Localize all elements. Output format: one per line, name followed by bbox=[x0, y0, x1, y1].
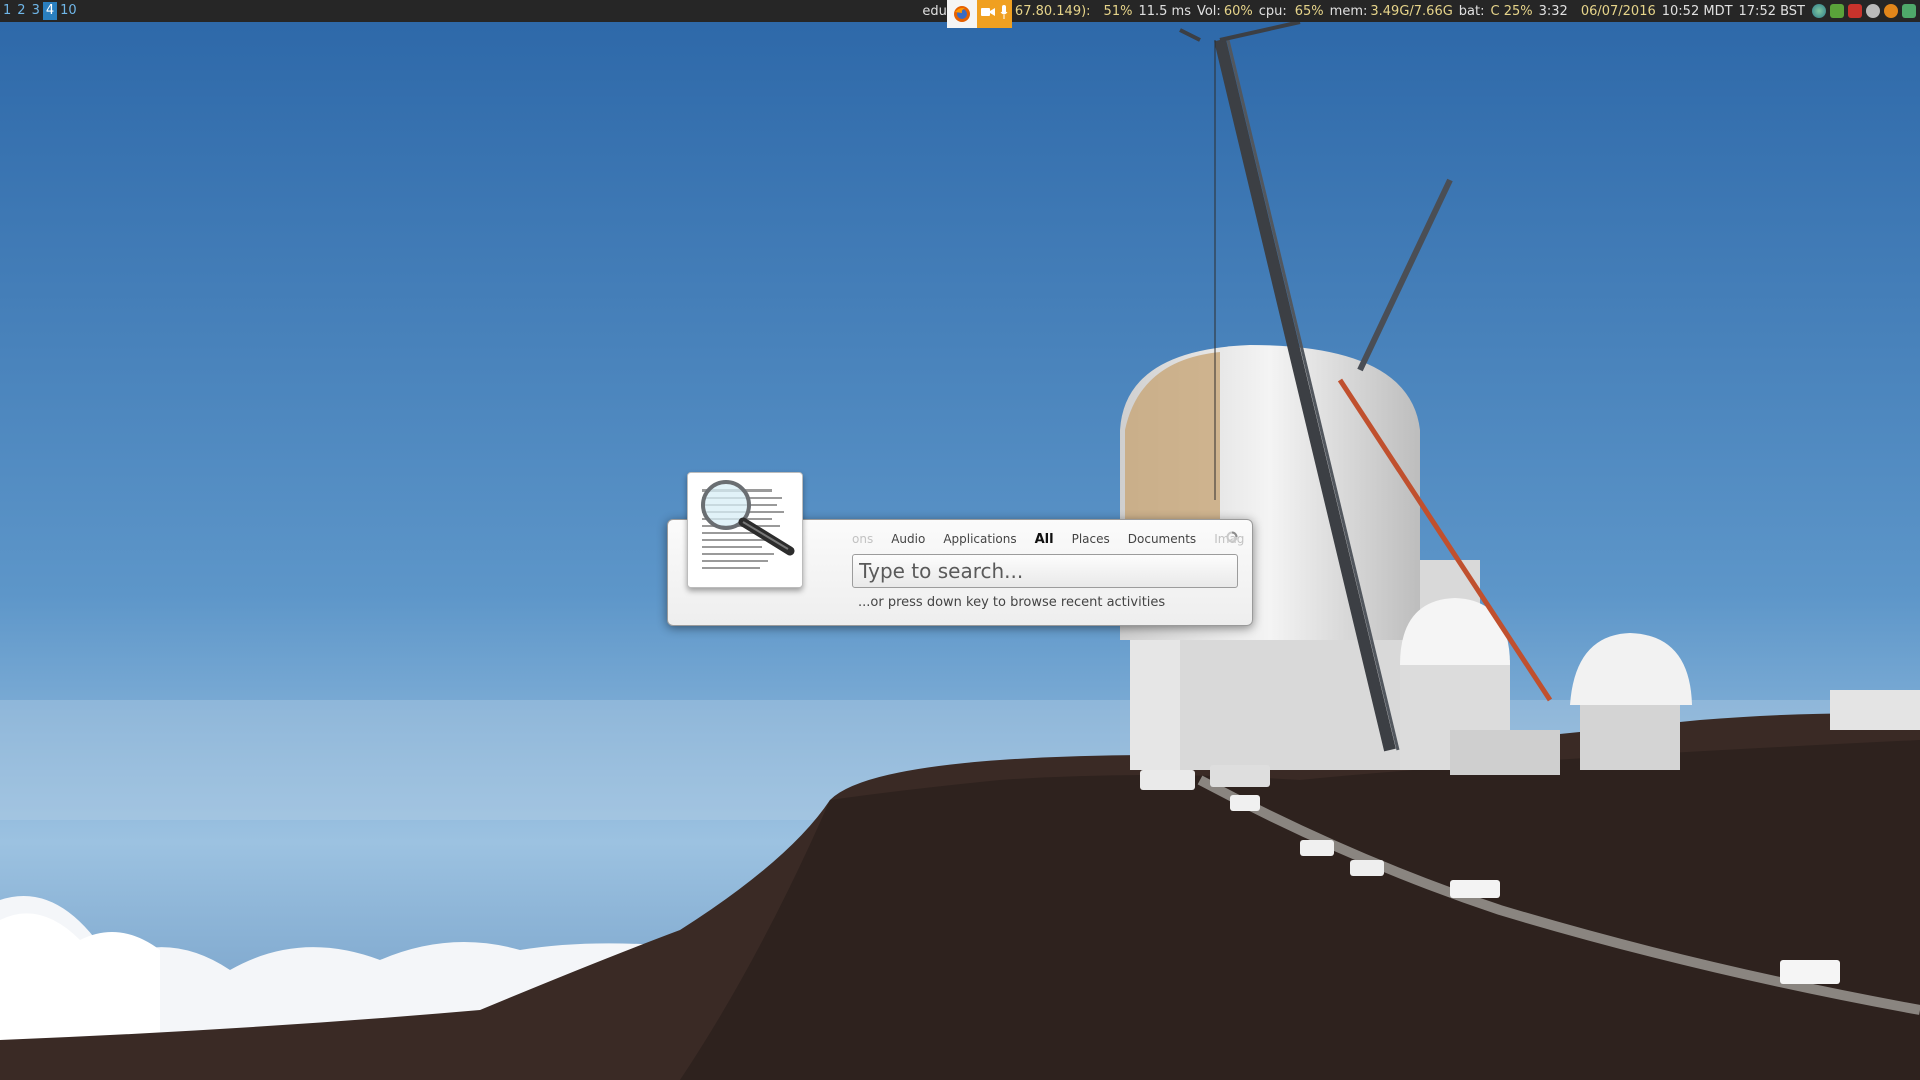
workspace-4[interactable]: 4 bbox=[42, 2, 58, 20]
clock-mdt: 10:52 MDT bbox=[1661, 3, 1733, 19]
battery-label: bat: bbox=[1458, 3, 1485, 19]
network-name: edu bbox=[922, 3, 947, 19]
tab-documents[interactable]: Documents bbox=[1128, 532, 1196, 550]
memory-label: mem: bbox=[1329, 3, 1368, 19]
battery-time: 3:32 bbox=[1538, 3, 1568, 19]
search-category-tabs: ons Audio Applications All Places Docume… bbox=[852, 532, 1244, 550]
workspace-10[interactable]: 10 bbox=[57, 2, 80, 20]
webcam-mic-indicator[interactable] bbox=[976, 0, 1012, 28]
tab-all[interactable]: All bbox=[1035, 532, 1054, 550]
workspace-switcher: 1 2 3 4 10 bbox=[0, 0, 80, 22]
ping-value: 11.5 ms bbox=[1138, 3, 1191, 19]
ip-address: 67.80.149): bbox=[1014, 3, 1091, 19]
firefox-icon[interactable] bbox=[946, 0, 977, 28]
sync-icon[interactable] bbox=[1866, 4, 1880, 18]
clock-bst: 17:52 BST bbox=[1738, 3, 1805, 19]
pdf-icon[interactable] bbox=[1848, 4, 1862, 18]
volume-value: 60% bbox=[1223, 3, 1253, 19]
search-hint: ...or press down key to browse recent ac… bbox=[858, 595, 1166, 610]
workspace-3[interactable]: 3 bbox=[29, 2, 43, 20]
busy-spinner-icon bbox=[1226, 531, 1238, 543]
workspace-2[interactable]: 2 bbox=[14, 2, 28, 20]
volume-label: Vol: bbox=[1196, 3, 1221, 19]
shield-icon[interactable] bbox=[1830, 4, 1844, 18]
system-tray bbox=[1808, 4, 1920, 18]
search-input[interactable] bbox=[853, 555, 1237, 587]
cpu-value: 65% bbox=[1294, 3, 1324, 19]
network-icon[interactable] bbox=[1902, 4, 1916, 18]
memory-value: 3.49G/7.66G bbox=[1370, 3, 1453, 19]
workspace-1[interactable]: 1 bbox=[0, 2, 14, 20]
battery-value: C 25% bbox=[1490, 3, 1533, 19]
microphone-icon bbox=[1000, 5, 1008, 23]
cpu-label: cpu: bbox=[1258, 3, 1287, 19]
top-status-bar: 1 2 3 4 10 edu 67.80.149): 51% 11.5 ms V… bbox=[0, 0, 1920, 28]
tab-ons[interactable]: ons bbox=[852, 532, 873, 550]
globe-icon[interactable] bbox=[1812, 4, 1826, 18]
status-area: edu 67.80.149): 51% 11.5 ms Vol: 60% cpu… bbox=[919, 0, 1920, 28]
tab-audio[interactable]: Audio bbox=[891, 532, 925, 550]
wifi-strength: 51% bbox=[1103, 3, 1133, 19]
search-input-box[interactable] bbox=[852, 554, 1238, 588]
camera-icon bbox=[980, 6, 995, 22]
date-display: 06/07/2016 bbox=[1580, 3, 1656, 19]
tab-places[interactable]: Places bbox=[1072, 532, 1110, 550]
warning-icon[interactable] bbox=[1884, 4, 1898, 18]
document-search-icon bbox=[687, 472, 803, 588]
tab-applications[interactable]: Applications bbox=[943, 532, 1016, 550]
